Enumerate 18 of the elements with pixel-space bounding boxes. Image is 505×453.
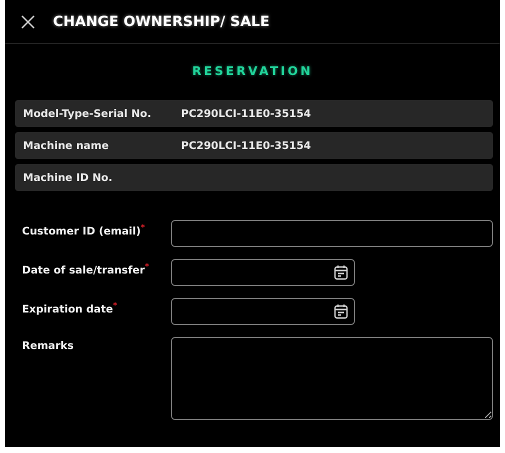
date-field[interactable] — [171, 298, 355, 325]
close-icon[interactable] — [21, 14, 35, 28]
date-field[interactable] — [171, 259, 355, 286]
info-value: PC290LCI-11E0-35154 — [181, 140, 311, 152]
field-label: Customer ID (email)$^{*}$ — [22, 222, 146, 238]
section-title: RESERVATION — [191, 63, 314, 80]
info-value: PC290LCI-11E0-35154 — [181, 108, 311, 120]
info-label: Model-Type-Serial No. — [23, 108, 152, 120]
info-label: Machine name — [23, 140, 110, 152]
field-label: Expiration date$^{*}$ — [22, 300, 118, 316]
calendar-icon[interactable] — [334, 265, 348, 280]
field-label: Date of sale/transfer$^{*}$ — [22, 261, 150, 276]
calendar-icon[interactable] — [334, 304, 348, 319]
dialog-title: CHANGE OWNERSHIP/ SALE — [53, 14, 270, 30]
remarks-field[interactable] — [171, 337, 493, 420]
field-label: Remarks — [22, 339, 75, 352]
info-label: Machine ID No. — [23, 172, 114, 184]
input-field[interactable] — [171, 220, 493, 247]
